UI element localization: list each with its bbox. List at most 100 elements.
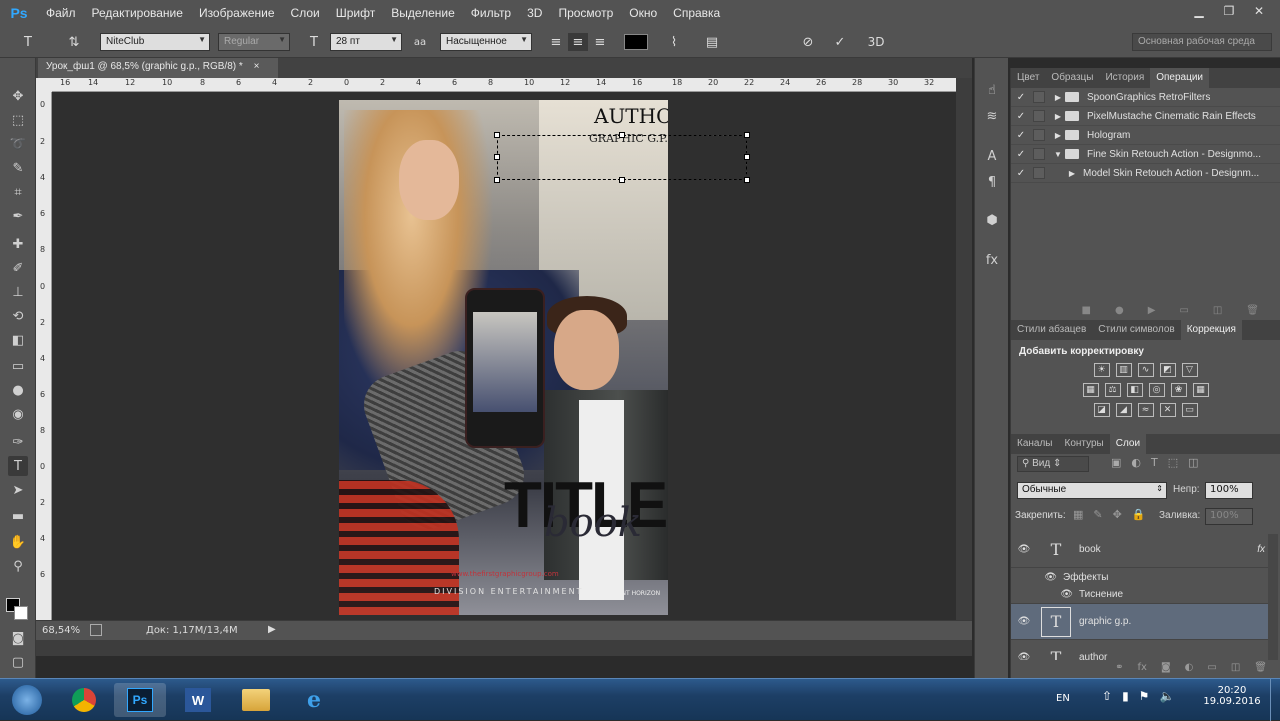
stamp-tool-icon[interactable]: ⊥ [8,282,28,302]
align-center-icon[interactable]: ≡ [568,33,588,51]
tab-swatches[interactable]: Образцы [1045,68,1099,88]
black-white-icon[interactable]: ◧ [1126,383,1143,397]
curves-icon[interactable]: ∿ [1137,363,1154,377]
dialog-toggle-box[interactable] [1033,148,1045,160]
selective-color-icon[interactable]: ▭ [1181,403,1198,417]
tab-paragraph-styles[interactable]: Стили абзацев [1011,320,1092,340]
font-size-select[interactable]: 28 пт ▼ [330,33,402,51]
paragraph-icon[interactable]: ¶ [981,172,1003,192]
delete-icon[interactable]: 🗑 [1246,305,1259,316]
document-tab[interactable]: Урок_фш1 @ 68,5% (graphic g.p., RGB/8) *… [38,58,278,78]
action-set-row[interactable]: ✓ ▶ Hologram [1011,126,1280,145]
pen-tool-icon[interactable]: ✑ [8,432,28,452]
language-indicator[interactable]: EN [1056,693,1070,704]
menu-image[interactable]: Изображение [191,6,283,20]
new-set-icon[interactable]: ▭ [1179,305,1188,316]
eyedropper-tool-icon[interactable]: ✒ [8,206,28,226]
filter-smart-icon[interactable]: ◫ [1188,456,1198,469]
transform-handle[interactable] [494,177,500,183]
zoom-level[interactable]: 68,54% [42,625,80,636]
channel-mixer-icon[interactable]: ❀ [1170,383,1187,397]
lock-position-icon[interactable]: ✥ [1113,508,1122,521]
play-icon[interactable]: ▶ [1148,305,1156,316]
dialog-toggle-box[interactable] [1033,129,1045,141]
vibrance-icon[interactable]: ▽ [1181,363,1198,377]
3d-panel-icon[interactable]: ⬢ [981,210,1003,230]
filter-shape-icon[interactable]: ⬚ [1168,456,1178,469]
visibility-eye-icon[interactable]: 👁 [1011,544,1037,555]
color-balance-icon[interactable]: ⚖ [1104,383,1121,397]
tab-history[interactable]: История [1099,68,1150,88]
taskbar-chrome-button[interactable] [58,683,110,717]
transform-handle[interactable] [744,177,750,183]
dodge-tool-icon[interactable]: ◉ [8,404,28,424]
delete-layer-icon[interactable]: 🗑 [1254,662,1267,678]
expand-arrow-icon[interactable]: ▶ [1065,169,1079,178]
effects-row[interactable]: 👁 Эффекты [1011,568,1271,586]
opacity-input[interactable]: 100% [1205,482,1253,499]
taskbar-photoshop-button[interactable]: Ps [114,683,166,717]
background-color-swatch[interactable] [14,606,28,620]
add-style-icon[interactable]: fx [1138,662,1147,678]
layers-scrollbar[interactable] [1268,534,1278,660]
lock-all-icon[interactable]: 🔒 [1132,508,1146,521]
ruler-origin[interactable] [36,78,52,92]
transform-handle[interactable] [494,154,500,160]
levels-icon[interactable]: ▥ [1115,363,1132,377]
invert-icon[interactable]: ◪ [1093,403,1110,417]
taskbar-word-button[interactable]: W [172,683,224,717]
visibility-eye-icon[interactable]: 👁 [1011,616,1037,627]
lock-pixels-icon[interactable]: ✎ [1093,508,1102,521]
history-brush-tool-icon[interactable]: ⟲ [8,306,28,326]
transform-handle[interactable] [619,177,625,183]
vertical-ruler[interactable]: 0 2 4 6 8 0 2 4 6 8 0 2 4 6 [36,92,52,620]
toggle-check-icon[interactable]: ✓ [1011,168,1031,179]
path-select-tool-icon[interactable]: ➤ [8,480,28,500]
brightness-icon[interactable]: ☀ [1093,363,1110,377]
action-set-row[interactable]: ✓ ▼ Fine Skin Retouch Action - Designmo... [1011,145,1280,164]
menu-type[interactable]: Шрифт [328,6,383,20]
threshold-icon[interactable]: ≈ [1137,403,1154,417]
menu-layers[interactable]: Слои [283,6,328,20]
gradient-tool-icon[interactable]: ▭ [8,356,28,376]
restore-button[interactable]: ❐ [1216,2,1242,20]
taskbar-explorer-button[interactable] [230,683,282,717]
blur-tool-icon[interactable]: ● [8,380,28,400]
dialog-toggle-box[interactable] [1033,91,1045,103]
zoom-tool-icon[interactable]: ⚲ [8,556,28,576]
brush-presets-icon[interactable]: ≋ [981,106,1003,126]
fx-icon[interactable]: fx [1257,544,1265,555]
tray-network-icon[interactable]: ▮ [1122,689,1129,703]
action-set-row[interactable]: ✓ ▶ PixelMustache Cinematic Rain Effects [1011,107,1280,126]
brush-tool-icon[interactable]: ✐ [8,258,28,278]
horizontal-ruler[interactable]: 16 14 12 10 8 6 4 2 0 2 4 6 8 10 12 14 1… [52,78,956,92]
photo-filter-icon[interactable]: ◎ [1148,383,1165,397]
tab-layers[interactable]: Слои [1109,434,1147,454]
font-style-select[interactable]: Regular ▼ [218,33,290,51]
cancel-edit-icon[interactable]: ⊘ [798,33,818,51]
dialog-toggle-box[interactable] [1033,110,1045,122]
text-bounding-box[interactable] [494,132,750,183]
font-family-select[interactable]: NiteClub ▼ [100,33,210,51]
new-layer-icon[interactable]: ◫ [1231,662,1240,678]
blend-mode-select[interactable]: Обычные ⇕ [1017,482,1167,499]
shape-tool-icon[interactable]: ▬ [8,506,28,526]
layer-row[interactable]: 👁 T author [1011,640,1271,660]
transform-handle[interactable] [744,132,750,138]
tab-color[interactable]: Цвет [1011,68,1045,88]
link-layers-icon[interactable]: ⚭ [1115,662,1123,678]
workspace-select[interactable]: Основная рабочая среда [1132,33,1272,51]
eraser-tool-icon[interactable]: ◧ [8,330,28,350]
show-desktop-button[interactable] [1270,679,1280,721]
menu-edit[interactable]: Редактирование [84,6,191,20]
status-info-icon[interactable] [90,624,102,636]
align-right-icon[interactable]: ≡ [590,33,610,51]
menu-3d[interactable]: 3D [519,6,550,20]
vertical-scrollbar[interactable] [956,78,972,620]
gradient-map-icon[interactable]: ✕ [1159,403,1176,417]
expand-arrow-icon[interactable]: ▶ [1051,112,1065,121]
quick-mask-icon[interactable]: ◙ [8,628,28,648]
effect-visibility-icon[interactable]: 👁 [1011,589,1079,600]
menu-filter[interactable]: Фильтр [463,6,519,20]
expand-arrow-icon[interactable]: ▶ [1051,131,1065,140]
